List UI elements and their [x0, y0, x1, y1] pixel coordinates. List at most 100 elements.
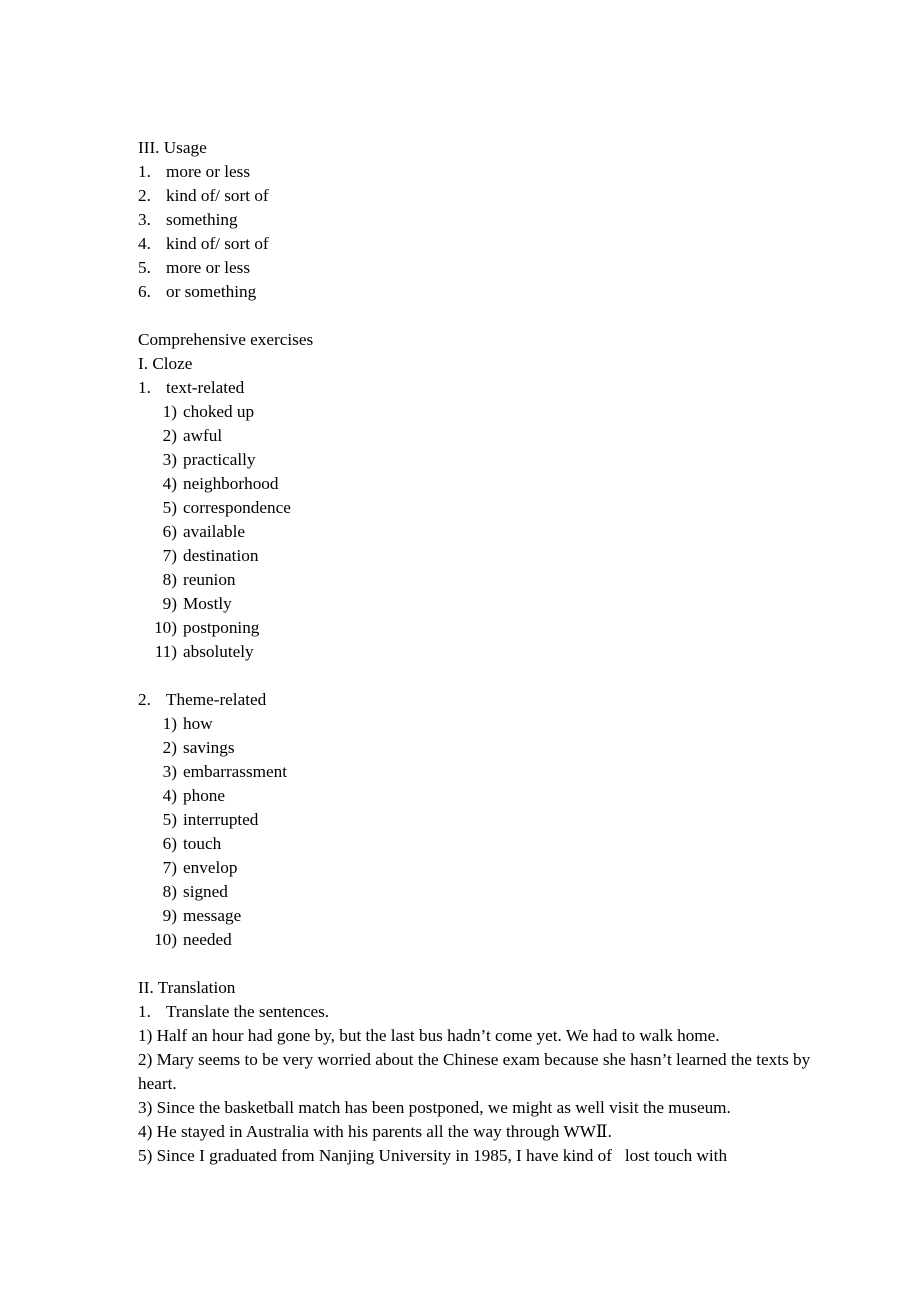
- cloze-g2-item-6-marker: 6): [162, 834, 177, 853]
- cloze-heading: I. Cloze: [138, 354, 193, 373]
- cloze-g1-item-11: 11) absolutely: [138, 640, 838, 664]
- cloze-g2-item-6-text: touch: [183, 834, 222, 853]
- cloze-g1-item-8-text: reunion: [183, 570, 236, 589]
- usage-item-1: 1. more or less: [138, 160, 838, 184]
- usage-item-3: 3. something: [138, 208, 838, 232]
- usage-item-6-marker: 6.: [138, 282, 151, 301]
- cloze-group-1: 1. text-related: [138, 376, 838, 400]
- translation-sentence-1: 1) Half an hour had gone by, but the las…: [138, 1026, 720, 1045]
- cloze-g2-item-6: 6) touch: [138, 832, 838, 856]
- cloze-g1-item-1-marker: 1): [162, 402, 177, 421]
- cloze-g2-item-2-marker: 2): [162, 738, 177, 757]
- cloze-g1-item-9-marker: 9): [162, 594, 177, 613]
- cloze-g1-item-9-text: Mostly: [183, 594, 232, 613]
- cloze-g1-item-4: 4) neighborhood: [138, 472, 838, 496]
- cloze-g1-item-4-marker: 4): [162, 474, 177, 493]
- cloze-g2-item-8-text: signed: [183, 882, 228, 901]
- document-page: III. Usage 1. more or less 2. kind of/ s…: [0, 0, 920, 1302]
- cloze-g2-item-10-marker: 10): [154, 930, 177, 949]
- cloze-g1-item-5-marker: 5): [162, 498, 177, 517]
- translation-sentence-5: 5) Since I graduated from Nanjing Univer…: [138, 1146, 728, 1165]
- cloze-g1-item-9: 9) Mostly: [138, 592, 838, 616]
- usage-item-3-text: something: [166, 210, 238, 229]
- translation-task-marker: 1.: [138, 1002, 151, 1021]
- usage-item-1-text: more or less: [166, 162, 251, 181]
- cloze-g1-item-6: 6) available: [138, 520, 838, 544]
- cloze-g1-item-7-text: destination: [183, 546, 259, 565]
- cloze-g1-item-10: 10) postponing: [138, 616, 838, 640]
- cloze-g2-item-5-text: interrupted: [183, 810, 259, 829]
- section-spacer-3: [138, 952, 838, 976]
- translation-task: 1. Translate the sentences.: [138, 1000, 838, 1024]
- comprehensive-heading: Comprehensive exercises: [138, 330, 314, 349]
- usage-item-2: 2. kind of/ sort of: [138, 184, 838, 208]
- cloze-g1-item-11-text: absolutely: [183, 642, 254, 661]
- cloze-g2-item-5: 5) interrupted: [138, 808, 838, 832]
- cloze-g2-item-4: 4) phone: [138, 784, 838, 808]
- cloze-g2-item-8: 8) signed: [138, 880, 838, 904]
- cloze-g2-item-9-marker: 9): [162, 906, 177, 925]
- cloze-g2-item-10-text: needed: [183, 930, 232, 949]
- translation-task-text: Translate the sentences.: [166, 1002, 330, 1021]
- usage-item-4: 4. kind of/ sort of: [138, 232, 838, 256]
- translation-sentence-3: 3) Since the basketball match has been p…: [138, 1098, 731, 1117]
- cloze-g2-item-4-marker: 4): [162, 786, 177, 805]
- cloze-g1-item-6-text: available: [183, 522, 246, 541]
- cloze-group-1-title: text-related: [166, 378, 245, 397]
- usage-item-6-text: or something: [166, 282, 257, 301]
- usage-item-5-text: more or less: [166, 258, 251, 277]
- cloze-g1-item-1-text: choked up: [183, 402, 255, 421]
- cloze-g2-item-2-text: savings: [183, 738, 235, 757]
- cloze-group-2-marker: 2.: [138, 690, 151, 709]
- translation-sentence-4: 4) He stayed in Australia with his paren…: [138, 1122, 612, 1141]
- cloze-g1-item-7-marker: 7): [162, 546, 177, 565]
- cloze-g1-item-3: 3) practically: [138, 448, 838, 472]
- section-spacer-1: [138, 304, 838, 328]
- cloze-g2-item-7-text: envelop: [183, 858, 238, 877]
- cloze-g1-item-2-text: awful: [183, 426, 223, 445]
- cloze-group-2: 2. Theme-related: [138, 688, 838, 712]
- cloze-g2-item-4-text: phone: [183, 786, 226, 805]
- usage-item-5: 5. more or less: [138, 256, 838, 280]
- usage-item-4-text: kind of/ sort of: [166, 234, 269, 253]
- cloze-g1-item-4-text: neighborhood: [183, 474, 279, 493]
- cloze-g2-item-5-marker: 5): [162, 810, 177, 829]
- document-content: III. Usage 1. more or less 2. kind of/ s…: [138, 136, 838, 1168]
- cloze-g2-item-7-marker: 7): [162, 858, 177, 877]
- cloze-g1-item-8-marker: 8): [162, 570, 177, 589]
- cloze-g1-item-8: 8) reunion: [138, 568, 838, 592]
- cloze-g1-item-10-text: postponing: [183, 618, 260, 637]
- cloze-g2-item-1: 1) how: [138, 712, 838, 736]
- cloze-g2-item-1-text: how: [183, 714, 213, 733]
- cloze-g2-item-9: 9) message: [138, 904, 838, 928]
- usage-item-3-marker: 3.: [138, 210, 151, 229]
- usage-item-6: 6. or something: [138, 280, 838, 304]
- cloze-g2-item-3-marker: 3): [162, 762, 177, 781]
- translation-sentence-2: 2) Mary seems to be very worried about t…: [138, 1050, 815, 1093]
- cloze-g1-item-5: 5) correspondence: [138, 496, 838, 520]
- cloze-g1-item-3-marker: 3): [162, 450, 177, 469]
- cloze-group-1-marker: 1.: [138, 378, 151, 397]
- usage-heading: III. Usage: [138, 138, 207, 157]
- cloze-g2-item-3-text: embarrassment: [183, 762, 288, 781]
- cloze-g2-item-10: 10) needed: [138, 928, 838, 952]
- translation-heading: II. Translation: [138, 978, 236, 997]
- section-spacer-2: [138, 664, 838, 688]
- cloze-g2-item-2: 2) savings: [138, 736, 838, 760]
- usage-item-4-marker: 4.: [138, 234, 151, 253]
- cloze-g2-item-7: 7) envelop: [138, 856, 838, 880]
- cloze-g1-item-2-marker: 2): [162, 426, 177, 445]
- cloze-g1-item-3-text: practically: [183, 450, 256, 469]
- usage-item-1-marker: 1.: [138, 162, 151, 181]
- cloze-g1-item-6-marker: 6): [162, 522, 177, 541]
- cloze-g1-item-10-marker: 10): [154, 618, 177, 637]
- cloze-g1-item-2: 2) awful: [138, 424, 838, 448]
- cloze-g2-item-3: 3) embarrassment: [138, 760, 838, 784]
- cloze-g1-item-7: 7) destination: [138, 544, 838, 568]
- cloze-g1-item-5-text: correspondence: [183, 498, 291, 517]
- usage-item-2-text: kind of/ sort of: [166, 186, 269, 205]
- cloze-group-2-title: Theme-related: [166, 690, 267, 709]
- usage-item-5-marker: 5.: [138, 258, 151, 277]
- cloze-g2-item-8-marker: 8): [162, 882, 177, 901]
- cloze-g2-item-1-marker: 1): [162, 714, 177, 733]
